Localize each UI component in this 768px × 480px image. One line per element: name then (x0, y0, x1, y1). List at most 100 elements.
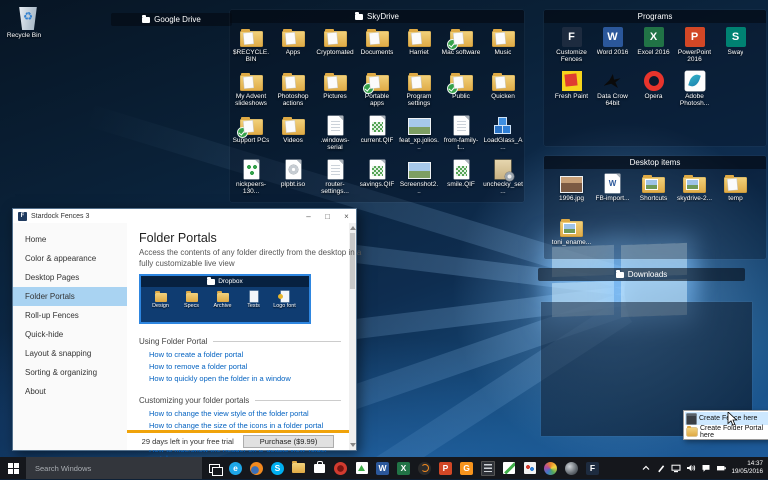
fence-item[interactable]: smile.QIF (440, 158, 482, 202)
taskbar-icon-orange-dial-app[interactable] (414, 457, 435, 479)
help-link[interactable]: How to create a folder portal (149, 350, 341, 359)
taskbar-clock[interactable]: 14:37 19/05/2016 (728, 460, 768, 476)
taskbar-search[interactable] (26, 457, 202, 479)
fence-item[interactable]: Music (482, 26, 524, 70)
search-input[interactable] (26, 463, 202, 474)
fence-item[interactable]: skydrive-2... (674, 172, 715, 216)
preview-item[interactable]: Specs (176, 290, 207, 309)
fence-item[interactable]: 1996.jpg (551, 172, 592, 216)
close-button[interactable]: × (337, 209, 356, 223)
taskbar-icon-word[interactable]: W (372, 457, 393, 479)
fence-item[interactable]: Data Crow 64bit (592, 70, 633, 114)
fence-item[interactable]: current.QIF (356, 114, 398, 158)
fence-item[interactable]: XExcel 2016 (633, 26, 674, 70)
fence-item[interactable]: Screenshot2... (398, 158, 440, 202)
taskbar-icon-sphere-app[interactable] (561, 457, 582, 479)
fence-item[interactable]: nickpeers-130... (230, 158, 272, 202)
fence-item[interactable]: Quicken (482, 70, 524, 114)
taskbar-icon-firefox[interactable] (246, 457, 267, 479)
fence-item[interactable]: savings.QIF (356, 158, 398, 202)
scroll-up-arrow[interactable] (350, 226, 356, 230)
windows-ink-pen-icon[interactable] (653, 457, 668, 479)
fence-item[interactable]: Opera (633, 70, 674, 114)
battery-icon[interactable] (713, 457, 728, 479)
sidebar-item-about[interactable]: About (13, 382, 127, 401)
sidebar-item-roll-up-fences[interactable]: Roll-up Fences (13, 306, 127, 325)
taskbar-icon-store[interactable] (309, 457, 330, 479)
taskbar-icon-utility-app[interactable] (519, 457, 540, 479)
fence-item[interactable]: feat_xp.jolios... (398, 114, 440, 158)
fence-item[interactable]: Apps (272, 26, 314, 70)
fence-item[interactable]: temp (715, 172, 756, 216)
preview-item[interactable]: Tests (238, 290, 269, 309)
fence-item[interactable]: WWord 2016 (592, 26, 633, 70)
fence-item[interactable]: Videos (272, 114, 314, 158)
taskbar-icon-media-app[interactable] (540, 457, 561, 479)
fence-header[interactable]: Programs (544, 10, 766, 23)
fence-item[interactable]: FCustomize Fences (551, 26, 592, 70)
fence-item[interactable]: Shortcuts (633, 172, 674, 216)
taskbar-icon-task-view[interactable] (204, 457, 225, 479)
fence-item[interactable]: PPowerPoint 2016 (674, 26, 715, 70)
taskbar-icon-file-explorer[interactable] (288, 457, 309, 479)
sidebar-item-color-appearance[interactable]: Color & appearance (13, 249, 127, 268)
minimize-button[interactable]: – (299, 209, 318, 223)
fence-header[interactable]: Google Drive (111, 13, 232, 26)
fence-item[interactable]: router-settings... (314, 158, 356, 202)
preview-item[interactable]: Design (145, 290, 176, 309)
fence-header[interactable]: Desktop items (544, 156, 766, 169)
fence-item[interactable]: .windows-serial (314, 114, 356, 158)
fence-item[interactable]: Fresh Paint (551, 70, 592, 114)
start-button[interactable] (0, 457, 26, 479)
sidebar-item-quick-hide[interactable]: Quick-hide (13, 325, 127, 344)
taskbar-icon-powerpoint[interactable]: P (435, 457, 456, 479)
fence-item[interactable]: LoadGlass_A... (482, 114, 524, 158)
fence-item[interactable]: My Advent slideshows (230, 70, 272, 114)
notifications-icon[interactable] (698, 457, 713, 479)
fence-item[interactable]: Cryptomated (314, 26, 356, 70)
taskbar-icon-skype[interactable]: S (267, 457, 288, 479)
fence-item[interactable]: Public (440, 70, 482, 114)
sidebar-item-desktop-pages[interactable]: Desktop Pages (13, 268, 127, 287)
help-link[interactable]: How to change the size of the icons in a… (149, 421, 341, 430)
sidebar-item-sorting-organizing[interactable]: Sorting & organizing (13, 363, 127, 382)
fence-item[interactable]: Adobe Photosh... (674, 70, 715, 114)
help-link[interactable]: How to quickly open the folder in a wind… (149, 374, 341, 383)
sidebar-item-home[interactable]: Home (13, 230, 127, 249)
fence-item[interactable]: Support PCs (230, 114, 272, 158)
fence-item[interactable]: Photoshop actions backup (272, 70, 314, 114)
taskbar-icon-pen-app[interactable] (498, 457, 519, 479)
fence-item[interactable]: Harriet (398, 26, 440, 70)
fence-item[interactable]: Mac software (440, 26, 482, 70)
sidebar-item-folder-portals[interactable]: Folder Portals (13, 287, 127, 306)
fence-item[interactable]: $RECYCLE.BIN (230, 26, 272, 70)
volume-icon[interactable] (683, 457, 698, 479)
sidebar-item-layout-snapping[interactable]: Layout & snapping (13, 344, 127, 363)
fence-item[interactable]: Pictures (314, 70, 356, 114)
fence-item[interactable]: FB-import... (592, 172, 633, 216)
fence-header[interactable]: SkyDrive (230, 10, 524, 23)
fence-item[interactable]: SSway (715, 26, 756, 70)
window-titlebar[interactable]: F Stardock Fences 3 – □ × (13, 209, 356, 223)
fence-header[interactable]: Downloads (538, 268, 745, 281)
taskbar-icon-fences[interactable]: F (582, 457, 603, 479)
network-icon[interactable] (668, 457, 683, 479)
fence-item[interactable]: unchecky_set... (482, 158, 524, 202)
help-link[interactable]: How to change the view style of the fold… (149, 409, 341, 418)
taskbar-icon-excel[interactable]: X (393, 457, 414, 479)
taskbar-icon-g-app[interactable]: G (456, 457, 477, 479)
preview-item[interactable]: Logo font (269, 290, 300, 309)
scroll-down-arrow[interactable] (350, 443, 356, 447)
help-link[interactable]: How to remove a folder portal (149, 362, 341, 371)
hidden-icons-chevron-icon[interactable] (638, 457, 653, 479)
taskbar-icon-edge[interactable]: e (225, 457, 246, 479)
fence-item[interactable]: Program settings (398, 70, 440, 114)
fence-item[interactable]: from-family-t... (440, 114, 482, 158)
purchase-button[interactable]: Purchase ($9.99) (243, 435, 335, 448)
maximize-button[interactable]: □ (318, 209, 337, 223)
taskbar-icon-calculator[interactable] (477, 457, 498, 479)
fence-item[interactable]: Documents (356, 26, 398, 70)
fence-item[interactable]: plpbt.iso (272, 158, 314, 202)
taskbar-icon-red-app[interactable] (330, 457, 351, 479)
taskbar-icon-paint-app[interactable] (351, 457, 372, 479)
